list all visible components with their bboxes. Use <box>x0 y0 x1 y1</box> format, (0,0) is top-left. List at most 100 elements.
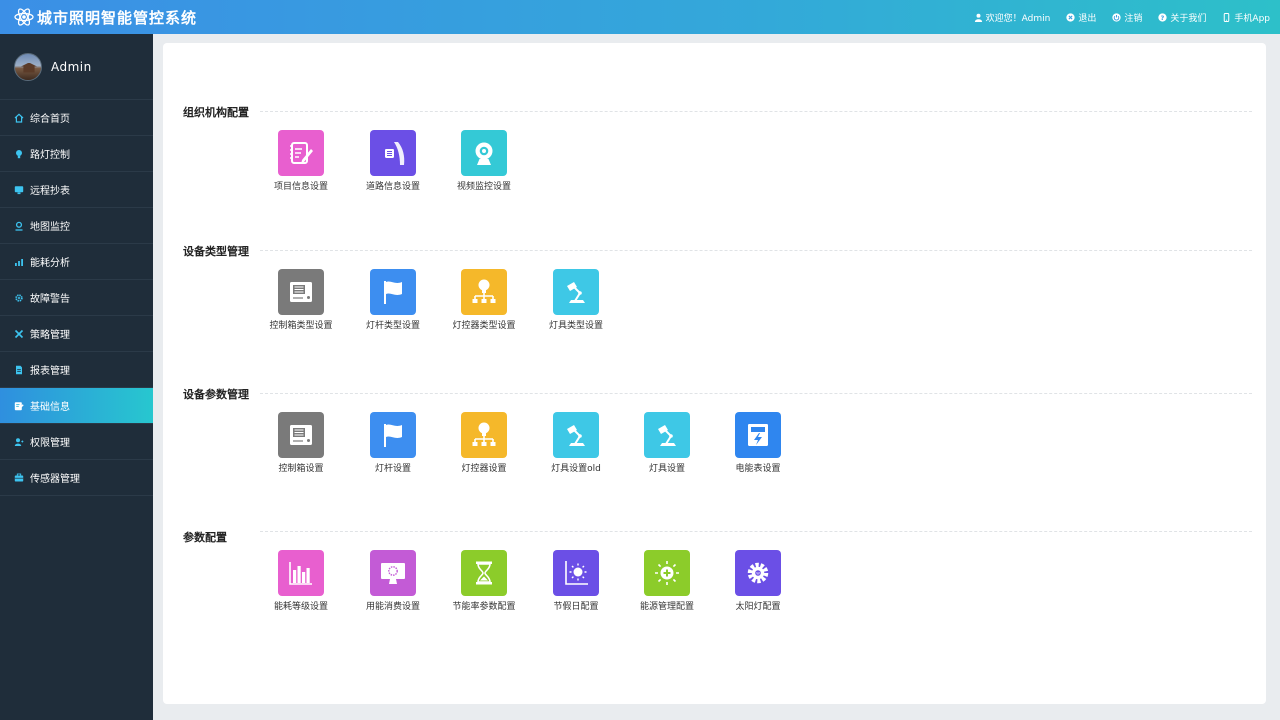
tile-label: 灯具类型设置 <box>548 321 603 331</box>
chart-icon <box>15 258 23 266</box>
road-icon <box>370 130 416 176</box>
svg-text:W: W <box>756 572 760 576</box>
sidebar-item-sensors[interactable]: 传感器管理 <box>0 460 153 496</box>
tile-lamp-old[interactable]: 灯具设置old <box>538 412 614 474</box>
tile-label: 灯控器类型设置 <box>452 321 516 331</box>
signout-link[interactable]: 注销 <box>1112 11 1142 24</box>
webcam-icon <box>461 130 507 176</box>
tile-label: 用能消费设置 <box>365 602 420 612</box>
tile-label: 灯控器设置 <box>461 464 507 474</box>
sidebar-item-energy-analysis[interactable]: 能耗分析 <box>0 244 153 280</box>
atom-logo-icon <box>14 8 34 26</box>
welcome-link[interactable]: 欢迎您！Admin <box>974 11 1051 24</box>
tile-label: 灯杆设置 <box>374 464 411 474</box>
sidebar-item-label: 能耗分析 <box>30 258 70 269</box>
svg-text:?: ? <box>1161 14 1165 21</box>
desk-lamp-icon <box>553 269 599 315</box>
energy-sun-icon <box>644 550 690 596</box>
sidebar-item-streetlight-control[interactable]: 路灯控制 <box>0 136 153 172</box>
sidebar-item-label: 综合首页 <box>30 114 70 125</box>
sidebar-item-label: 传感器管理 <box>30 474 80 485</box>
sidebar-item-remote-reading[interactable]: 远程抄表 <box>0 172 153 208</box>
desk-lamp-icon <box>644 412 690 458</box>
bulb-icon <box>16 149 22 158</box>
controller-tree-icon <box>461 412 507 458</box>
sidebar: Admin 综合首页 路灯控制 远程抄表 地图监控 能耗分析 故障警告 策略管理… <box>0 34 153 720</box>
tile-energy-meter[interactable]: 电能表设置 <box>720 412 796 474</box>
tile-video-monitor[interactable]: 视频监控设置 <box>446 130 522 192</box>
section-title-org-config: 组织机构配置 <box>183 106 249 119</box>
logout-link[interactable]: 退出 <box>1066 11 1096 24</box>
tile-energy-level[interactable]: 能耗等级设置 <box>263 550 339 612</box>
sidebar-item-label: 地图监控 <box>30 222 70 233</box>
help-icon: ? <box>1158 12 1168 21</box>
app-title: 城市照明智能管控系统 <box>37 9 198 27</box>
edit-icon <box>14 401 24 410</box>
tile-pole[interactable]: 灯杆设置 <box>355 412 431 474</box>
controller-tree-icon <box>461 269 507 315</box>
power-icon <box>1112 12 1122 22</box>
sun-chart-icon <box>553 550 599 596</box>
desk-lamp-icon <box>553 412 599 458</box>
section-divider <box>260 531 1252 532</box>
sidebar-item-basic-info[interactable]: 基础信息 <box>0 388 153 424</box>
top-links: 欢迎您！Admin 退出 注销 ? 关于我们 手机App <box>974 0 1270 34</box>
tile-holiday[interactable]: 节假日配置 <box>538 550 614 612</box>
tile-controller[interactable]: 灯控器设置 <box>446 412 522 474</box>
sidebar-item-label: 基础信息 <box>30 402 70 413</box>
welcome-label: 欢迎您！Admin <box>985 13 1051 24</box>
tile-label: 项目信息设置 <box>273 182 328 192</box>
tile-label: 灯具设置 <box>648 464 685 474</box>
tile-label: 控制箱类型设置 <box>269 321 333 331</box>
permission-icon <box>14 437 24 446</box>
tile-project-info[interactable]: 项目信息设置 <box>263 130 339 192</box>
tile-label: 电能表设置 <box>735 464 781 474</box>
signout-label: 注销 <box>1124 13 1143 24</box>
sidebar-item-map-monitoring[interactable]: 地图监控 <box>0 208 153 244</box>
control-box-icon <box>278 412 324 458</box>
tile-energy-management[interactable]: 能源管理配置 <box>629 550 705 612</box>
tile-label: 节假日配置 <box>553 602 599 612</box>
section-title-device-params: 设备参数管理 <box>183 388 249 401</box>
tile-saving-rate[interactable]: 节能率参数配置 <box>446 550 522 612</box>
tile-lamp[interactable]: 灯具设置 <box>629 412 705 474</box>
solar-gear-icon: W <box>735 550 781 596</box>
sidebar-item-fault-alarm[interactable]: 故障警告 <box>0 280 153 316</box>
bar-level-icon <box>278 550 324 596</box>
control-box-icon <box>278 269 324 315</box>
tile-label: 节能率参数配置 <box>452 602 516 612</box>
top-bar: 城市照明智能管控系统 欢迎您！Admin 退出 注销 ? 关于我们 手机App <box>0 0 1280 34</box>
tile-lamp-type[interactable]: 灯具类型设置 <box>538 269 614 331</box>
tile-solar-lamp[interactable]: W 太阳灯配置 <box>720 550 796 612</box>
sidebar-item-reports[interactable]: 报表管理 <box>0 352 153 388</box>
tile-controller-type[interactable]: 灯控器类型设置 <box>446 269 522 331</box>
tile-label: 能源管理配置 <box>639 602 694 612</box>
gear-icon <box>15 293 23 302</box>
flag-icon <box>370 269 416 315</box>
tile-label: 道路信息设置 <box>365 182 420 192</box>
avatar <box>14 52 42 81</box>
sidebar-item-permissions[interactable]: 权限管理 <box>0 424 153 460</box>
report-icon <box>16 365 22 374</box>
section-title-param-config: 参数配置 <box>183 531 227 544</box>
sensor-icon <box>14 473 24 481</box>
sidebar-item-strategy[interactable]: 策略管理 <box>0 316 153 352</box>
tile-road-info[interactable]: 道路信息设置 <box>355 130 431 192</box>
tile-control-box[interactable]: 控制箱设置 <box>263 412 339 474</box>
section-title-device-type: 设备类型管理 <box>183 245 249 258</box>
section-divider <box>260 250 1252 251</box>
screen-icon <box>370 550 416 596</box>
mobile-app-link[interactable]: 手机App <box>1222 11 1270 24</box>
section-divider <box>260 111 1252 112</box>
project-note-icon <box>278 130 324 176</box>
sidebar-item-home[interactable]: 综合首页 <box>0 100 153 136</box>
sidebar-item-label: 远程抄表 <box>30 186 70 197</box>
tile-pole-type[interactable]: 灯杆类型设置 <box>355 269 431 331</box>
section-divider <box>260 393 1252 394</box>
tile-energy-consumption[interactable]: 用能消费设置 <box>355 550 431 612</box>
about-link[interactable]: ? 关于我们 <box>1158 11 1206 24</box>
tile-label: 灯具设置old <box>551 464 601 474</box>
tile-label: 灯杆类型设置 <box>365 321 420 331</box>
tile-control-box-type[interactable]: 控制箱类型设置 <box>263 269 339 331</box>
user-profile[interactable]: Admin <box>0 34 153 100</box>
